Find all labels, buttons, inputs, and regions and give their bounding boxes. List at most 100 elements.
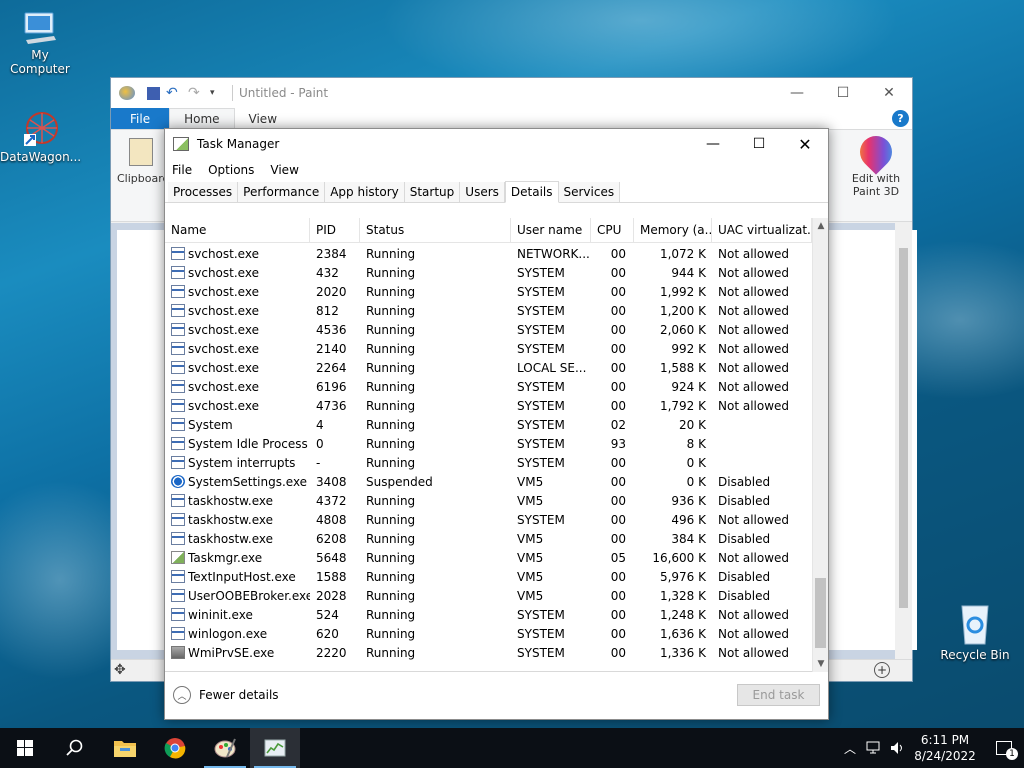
task-manager-titlebar[interactable]: Task Manager — ☐ ✕ bbox=[165, 129, 828, 159]
process-name: winlogon.exe bbox=[188, 626, 268, 641]
cell-name: taskhostw.exe bbox=[165, 513, 310, 527]
column-header-uac[interactable]: UAC virtualizat... bbox=[712, 218, 812, 242]
table-row[interactable]: wininit.exe 524 Running SYSTEM 00 1,248 K Not … bbox=[165, 605, 812, 624]
fewer-details-link[interactable]: Fewer details bbox=[199, 688, 279, 702]
table-row[interactable]: svchost.exe 2020 Running SYSTEM 00 1,992 K Not… bbox=[165, 282, 812, 301]
column-header-pid[interactable]: PID bbox=[310, 218, 360, 242]
volume-icon[interactable] bbox=[890, 741, 906, 755]
table-row[interactable]: svchost.exe 2384 Running NETWORK... 00 1,072 … bbox=[165, 244, 812, 263]
tab-details[interactable]: Details bbox=[504, 181, 559, 203]
edit-with-paint3d-label: Edit with Paint 3D bbox=[851, 172, 901, 198]
table-row[interactable]: taskhostw.exe 6208 Running VM5 00 384 K Disabl… bbox=[165, 529, 812, 548]
tab-app-history[interactable]: App history bbox=[325, 182, 405, 202]
table-row[interactable]: svchost.exe 2264 Running LOCAL SE... 00 1,588… bbox=[165, 358, 812, 377]
tab-startup[interactable]: Startup bbox=[404, 182, 461, 202]
cell-user-name: SYSTEM bbox=[517, 436, 565, 451]
desktop-icon-recycle-bin[interactable]: Recycle Bin bbox=[935, 602, 1015, 662]
column-header-status[interactable]: Status bbox=[360, 218, 511, 242]
chevron-up-icon[interactable]: ︿ bbox=[173, 686, 191, 704]
taskbar-file-explorer[interactable] bbox=[100, 728, 150, 768]
table-row[interactable]: UserOOBEBroker.exe 2028 Running VM5 00 1,328 … bbox=[165, 586, 812, 605]
table-row[interactable]: svchost.exe 4536 Running SYSTEM 00 2,060 K Not… bbox=[165, 320, 812, 339]
cell-cpu: 05 bbox=[610, 550, 626, 565]
table-row[interactable]: System 4 Running SYSTEM 02 20 K bbox=[165, 415, 812, 434]
column-header-name[interactable]: Name ^ bbox=[165, 218, 310, 242]
table-row[interactable]: taskhostw.exe 4372 Running VM5 00 936 K Disabl… bbox=[165, 491, 812, 510]
taskbar-chrome[interactable] bbox=[150, 728, 200, 768]
scroll-down-icon[interactable]: ▼ bbox=[813, 656, 829, 672]
paint-titlebar[interactable]: ↶ ↷ ▾ Untitled - Paint — ☐ ✕ bbox=[111, 78, 912, 108]
task-manager-window[interactable]: Task Manager — ☐ ✕ File Options View Pro… bbox=[164, 128, 829, 720]
tab-view[interactable]: View bbox=[235, 108, 291, 129]
tab-home[interactable]: Home bbox=[169, 108, 235, 129]
minimize-button[interactable]: — bbox=[690, 129, 736, 159]
tab-users[interactable]: Users bbox=[460, 182, 505, 202]
scroll-up-icon[interactable]: ▲ bbox=[813, 218, 829, 234]
quick-access-dropdown-icon[interactable]: ▾ bbox=[210, 86, 226, 100]
table-row[interactable]: SystemSettings.exe 3408 Suspended VM5 00 0 K D… bbox=[165, 472, 812, 491]
tab-processes[interactable]: Processes bbox=[168, 182, 239, 202]
table-row[interactable]: taskhostw.exe 4808 Running SYSTEM 00 496 K Not… bbox=[165, 510, 812, 529]
process-icon bbox=[171, 285, 185, 298]
show-hidden-icons-icon[interactable]: ︿ bbox=[844, 740, 856, 757]
tab-performance[interactable]: Performance bbox=[238, 182, 326, 202]
column-header-memory[interactable]: Memory (a... bbox=[634, 218, 712, 242]
taskbar-clock[interactable]: 6:11 PM 8/24/2022 bbox=[912, 732, 978, 764]
vertical-scrollbar[interactable]: ▲ ▼ bbox=[812, 218, 828, 672]
notification-center-button[interactable]: 1 bbox=[984, 728, 1024, 768]
menu-options[interactable]: Options bbox=[208, 163, 254, 177]
recycle-bin-icon bbox=[957, 602, 993, 646]
cell-cpu: 00 bbox=[610, 284, 626, 299]
cell-name: System Idle Process bbox=[165, 437, 310, 451]
redo-icon[interactable]: ↷ bbox=[188, 86, 204, 100]
clipboard-icon bbox=[129, 138, 153, 166]
start-button[interactable] bbox=[0, 728, 50, 768]
table-row[interactable]: WmiPrvSE.exe 2220 Running SYSTEM 00 1,336 K No… bbox=[165, 643, 812, 662]
cell-name: svchost.exe bbox=[165, 247, 310, 261]
edit-with-paint3d-button[interactable]: Edit with Paint 3D bbox=[843, 129, 909, 214]
scroll-thumb[interactable] bbox=[815, 578, 826, 648]
menu-file[interactable]: File bbox=[172, 163, 192, 177]
close-button[interactable]: ✕ bbox=[866, 78, 912, 108]
tab-services[interactable]: Services bbox=[558, 182, 621, 202]
help-icon[interactable]: ? bbox=[892, 110, 909, 127]
table-row[interactable]: winlogon.exe 620 Running SYSTEM 00 1,636 K Not… bbox=[165, 624, 812, 643]
table-row[interactable]: svchost.exe 812 Running SYSTEM 00 1,200 K Not … bbox=[165, 301, 812, 320]
table-row[interactable]: Taskmgr.exe 5648 Running VM5 05 16,600 K Not a… bbox=[165, 548, 812, 567]
taskbar-task-manager[interactable] bbox=[250, 728, 300, 768]
desktop-icon-my-computer[interactable]: My Computer bbox=[0, 10, 80, 76]
table-row[interactable]: svchost.exe 432 Running SYSTEM 00 944 K Not al… bbox=[165, 263, 812, 282]
undo-icon[interactable]: ↶ bbox=[166, 86, 182, 100]
cell-status: Running bbox=[366, 322, 416, 337]
process-icon bbox=[171, 570, 185, 583]
desktop-icon-datawagon[interactable]: DataWagon... bbox=[0, 108, 81, 164]
taskbar-paint[interactable] bbox=[200, 728, 250, 768]
vertical-scrollbar[interactable] bbox=[895, 223, 912, 660]
table-row[interactable]: TextInputHost.exe 1588 Running VM5 00 5,976 K… bbox=[165, 567, 812, 586]
search-button[interactable] bbox=[50, 728, 100, 768]
cell-cpu: 00 bbox=[610, 246, 626, 261]
save-icon[interactable] bbox=[147, 86, 160, 100]
cell-name: svchost.exe bbox=[165, 323, 310, 337]
maximize-button[interactable]: ☐ bbox=[736, 129, 782, 159]
table-row[interactable]: System interrupts - Running SYSTEM 00 0 K bbox=[165, 453, 812, 472]
table-row[interactable]: System Idle Process 0 Running SYSTEM 93 8 K bbox=[165, 434, 812, 453]
menu-view[interactable]: View bbox=[270, 163, 298, 177]
close-button[interactable]: ✕ bbox=[782, 129, 828, 159]
column-header-user-name[interactable]: User name bbox=[511, 218, 591, 242]
column-header-cpu[interactable]: CPU bbox=[591, 218, 634, 242]
table-row[interactable]: svchost.exe 4736 Running SYSTEM 00 1,792 K Not… bbox=[165, 396, 812, 415]
clipboard-group[interactable]: Clipboard bbox=[117, 134, 170, 214]
process-name: svchost.exe bbox=[188, 284, 259, 299]
table-row[interactable]: svchost.exe 2140 Running SYSTEM 00 992 K Not a… bbox=[165, 339, 812, 358]
cell-user-name: SYSTEM bbox=[517, 284, 565, 299]
table-row[interactable]: svchost.exe 6196 Running SYSTEM 00 924 K Not a… bbox=[165, 377, 812, 396]
task-manager-icon bbox=[171, 551, 185, 564]
tab-file[interactable]: File bbox=[111, 108, 170, 129]
cell-user-name: SYSTEM bbox=[517, 607, 565, 622]
network-icon[interactable] bbox=[866, 741, 882, 755]
maximize-button[interactable]: ☐ bbox=[820, 78, 866, 108]
end-task-button[interactable]: End task bbox=[737, 684, 820, 706]
zoom-in-icon[interactable]: + bbox=[874, 662, 890, 678]
minimize-button[interactable]: — bbox=[774, 78, 820, 108]
